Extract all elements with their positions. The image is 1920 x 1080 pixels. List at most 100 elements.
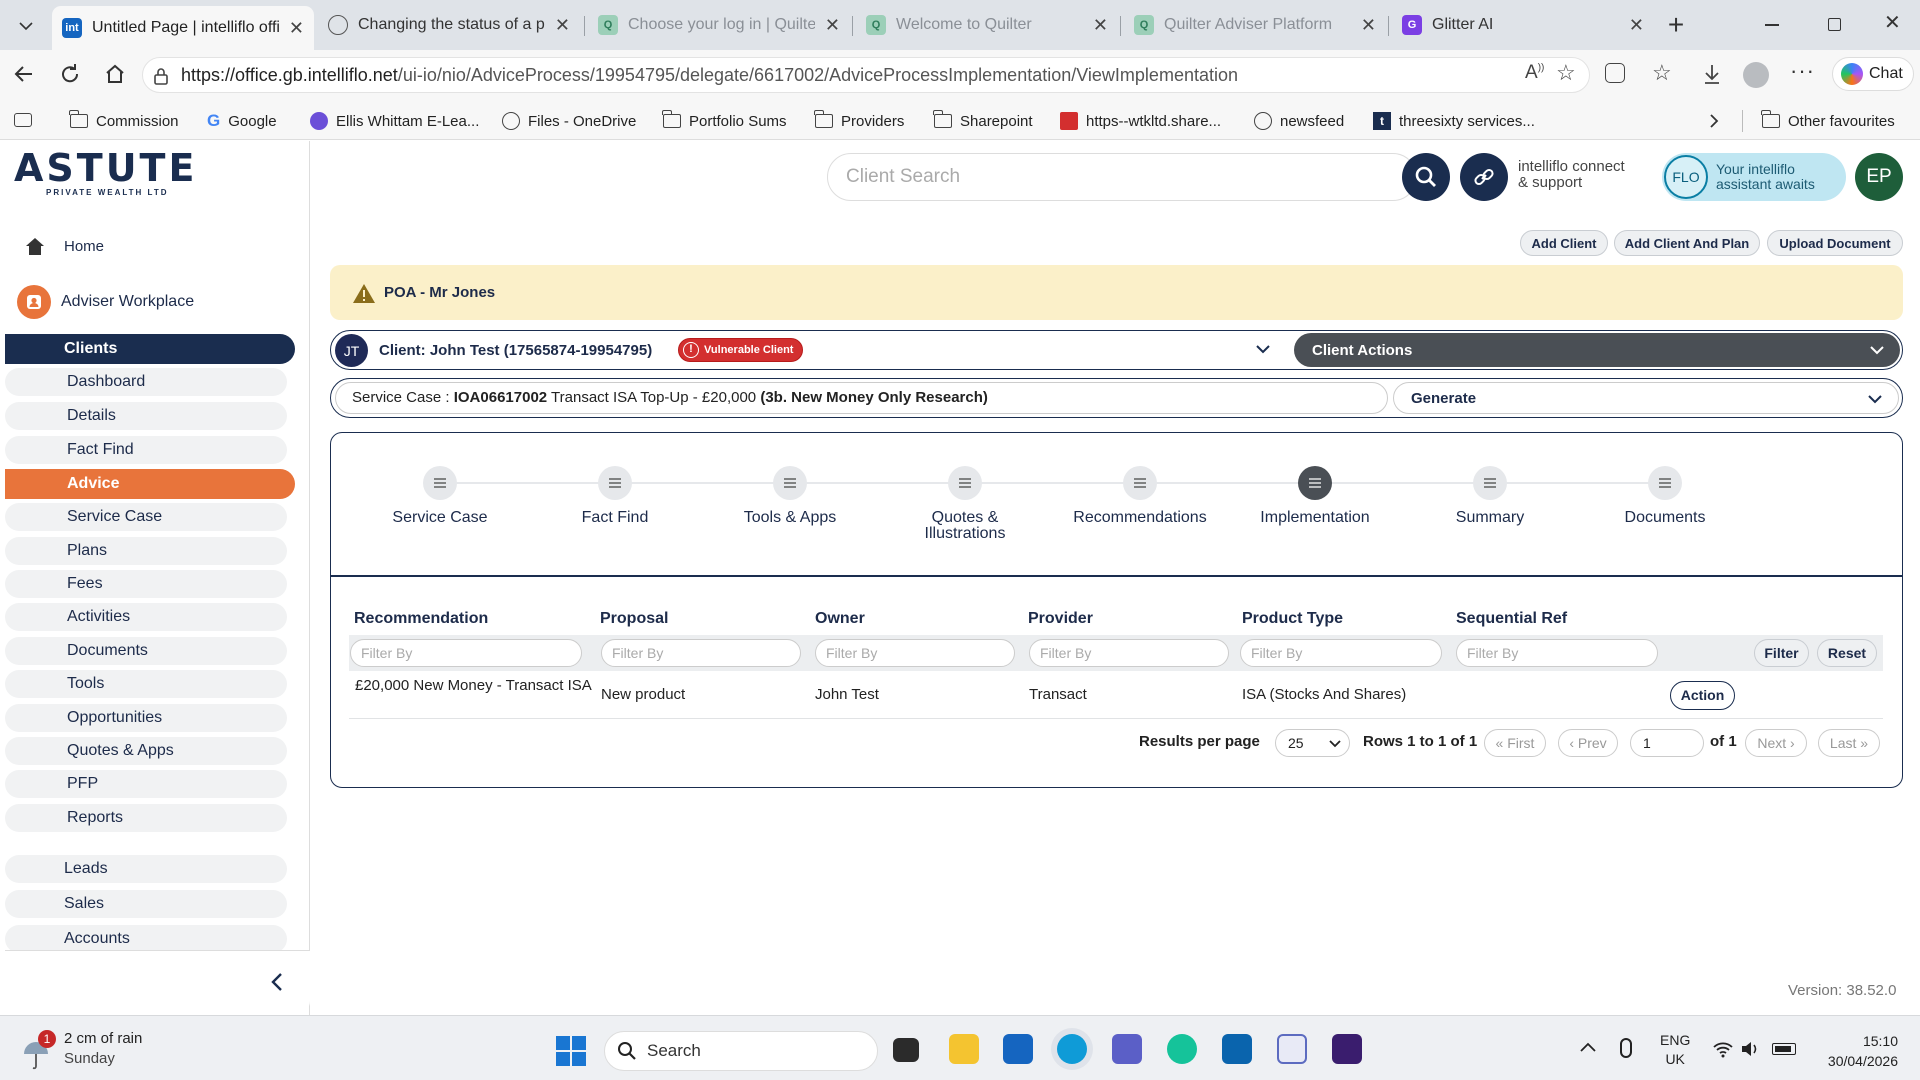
client-expand-icon[interactable] [1256,344,1270,354]
action-button[interactable]: Action [1670,681,1735,710]
favorites-icon[interactable]: ☆ [1652,60,1672,86]
sidebar-item-clients[interactable]: Clients [5,334,295,364]
tab-quilter-login[interactable]: Q Choose your log in | Quilter ✕ [588,8,850,42]
extensions-icon[interactable] [1605,63,1625,83]
client-actions-dropdown[interactable]: Client Actions [1294,333,1900,367]
sidebar-item-accounts[interactable]: Accounts [5,925,287,953]
sidebar-adviser-workplace[interactable]: Adviser Workplace [17,285,194,319]
step-label[interactable]: Service Case [360,510,520,526]
other-favourites[interactable]: Other favourites [1761,110,1895,132]
step-documents[interactable] [1648,466,1682,500]
add-client-button[interactable]: Add Client [1520,230,1608,256]
user-avatar[interactable]: EP [1855,153,1903,201]
filter-sequential-ref[interactable]: Filter By [1456,639,1658,667]
column-header-product-type[interactable]: Product Type [1242,610,1343,628]
sidebar-item-fact-find[interactable]: Fact Find [5,436,287,464]
show-hidden-icons[interactable] [1580,1042,1596,1052]
copilot-chat-button[interactable]: Chat [1832,57,1914,91]
step-label[interactable]: Tools & Apps [710,510,870,526]
close-icon[interactable]: ✕ [1361,15,1376,36]
home-icon[interactable] [103,62,127,86]
file-explorer-icon[interactable] [949,1034,979,1064]
bookmark-threesixty[interactable]: t threesixty services... [1373,110,1535,132]
volume-icon[interactable] [1740,1040,1762,1058]
client-label[interactable]: Client: John Test (17565874-19954795) [379,342,652,359]
tab-glitter-ai[interactable]: G Glitter AI ✕ [1392,8,1654,42]
filter-proposal[interactable]: Filter By [601,639,801,667]
column-header-sequential-ref[interactable]: Sequential Ref [1456,610,1567,628]
bookmark-commission[interactable]: Commission [69,110,179,132]
clock[interactable]: 15:10 30/04/2026 [1818,1031,1898,1071]
snipping-tool-icon[interactable] [1277,1034,1307,1064]
bookmark-wtkltd[interactable]: https--wtkltd.share... [1060,110,1221,132]
back-icon[interactable] [12,62,36,86]
sidebar-item-fees[interactable]: Fees [5,570,287,598]
battery-icon[interactable] [1772,1043,1796,1055]
outlook-icon[interactable] [1222,1034,1252,1064]
sidebar-item-pfp[interactable]: PFP [5,770,287,798]
downloads-icon[interactable] [1702,63,1722,85]
language-indicator[interactable]: ENG UK [1660,1031,1690,1069]
column-header-owner[interactable]: Owner [815,610,865,628]
task-view-icon[interactable] [893,1038,919,1062]
step-label[interactable]: Implementation [1235,510,1395,526]
close-icon[interactable]: ✕ [1629,15,1644,36]
step-recommendations[interactable] [1123,466,1157,500]
step-label[interactable]: Summary [1410,510,1570,526]
edge-browser-icon[interactable] [1057,1034,1087,1064]
glitter-app-icon[interactable] [1332,1034,1362,1064]
add-client-and-plan-button[interactable]: Add Client And Plan [1614,230,1760,256]
reading-list-icon[interactable] [14,113,32,127]
step-label[interactable]: Fact Find [535,510,695,526]
step-quotes-illustrations[interactable] [948,466,982,500]
microphone-icon[interactable] [1620,1038,1632,1058]
bookmark-google[interactable]: G Google [207,110,277,132]
more-options-icon[interactable]: ··· [1790,58,1815,84]
sidebar-item-reports[interactable]: Reports [5,804,287,832]
flo-assistant-button[interactable]: FLO Your intelliflo assistant awaits [1662,153,1846,201]
bookmark-ellis-whittam[interactable]: Ellis Whittam E-Lea... [310,110,479,132]
reset-button[interactable]: Reset [1817,639,1877,667]
step-label[interactable]: Recommendations [1060,510,1220,526]
close-window-icon[interactable]: ✕ [1884,10,1901,35]
sidebar-item-opportunities[interactable]: Opportunities [5,704,287,732]
column-header-provider[interactable]: Provider [1028,610,1093,628]
step-summary[interactable] [1473,466,1507,500]
sidebar-item-leads[interactable]: Leads [5,855,287,883]
upload-document-button[interactable]: Upload Document [1767,230,1903,256]
bookmark-sharepoint[interactable]: Sharepoint [933,110,1033,132]
bookmark-providers[interactable]: Providers [814,110,904,132]
grammarly-icon[interactable] [1167,1034,1197,1064]
astute-logo[interactable]: ASTUTE PRIVATE WEALTH LTD [14,148,197,197]
tab-changing-status[interactable]: Changing the status of a plan ✕ [318,8,580,42]
step-label[interactable]: Quotes & Illustrations [885,510,1045,542]
weather-widget[interactable]: 1 2 cm of rain Sunday [22,1030,172,1072]
taskbar-search[interactable]: Search [604,1031,878,1071]
last-page-button[interactable]: Last » [1818,729,1880,757]
page-number-input[interactable]: 1 [1630,729,1704,757]
sidebar-item-details[interactable]: Details [5,402,287,430]
sidebar-home[interactable]: Home [24,234,104,258]
url-bar[interactable]: https://office.gb.intelliflo.net/ui-io/n… [142,57,1590,93]
column-header-recommendation[interactable]: Recommendation [354,610,488,628]
prev-page-button[interactable]: ‹ Prev [1558,729,1618,757]
sidebar-item-quotes-apps[interactable]: Quotes & Apps [5,737,287,765]
new-tab-button[interactable]: + [1660,10,1692,42]
close-icon[interactable]: ✕ [555,15,570,36]
close-icon[interactable]: ✕ [1093,15,1108,36]
tab-intelliflo[interactable]: int Untitled Page | intelliflo office ✕ [52,6,314,50]
tab-welcome-quilter[interactable]: Q Welcome to Quilter ✕ [856,8,1118,42]
teams-icon[interactable] [1112,1034,1142,1064]
generate-dropdown[interactable]: Generate [1393,382,1899,414]
step-tools-apps[interactable] [773,466,807,500]
start-button[interactable] [556,1036,586,1066]
service-case-selector[interactable]: Service Case : IOA06617002 Transact ISA … [335,382,1388,414]
bookmark-portfolio-sums[interactable]: Portfolio Sums [662,110,787,132]
minimize-icon[interactable] [1765,24,1779,26]
step-implementation[interactable] [1298,466,1332,500]
filter-provider[interactable]: Filter By [1029,639,1229,667]
wifi-icon[interactable] [1712,1040,1734,1058]
sidebar-item-plans[interactable]: Plans [5,537,287,565]
sidebar-item-documents[interactable]: Documents [5,637,287,665]
filter-recommendation[interactable]: Filter By [350,639,582,667]
